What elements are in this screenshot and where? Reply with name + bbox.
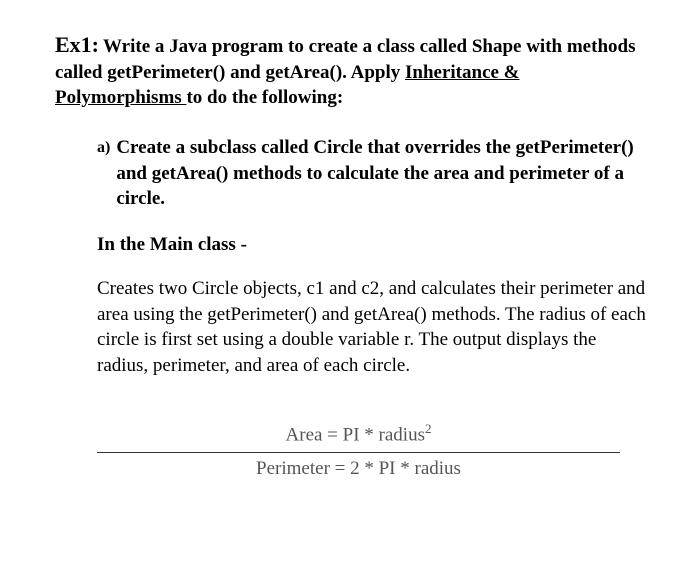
perimeter-formula: Perimeter = 2 * PI * radius — [97, 455, 620, 483]
main-class-description: Creates two Circle objects, c1 and c2, a… — [55, 276, 650, 379]
title-tail: to do the following: — [186, 87, 343, 108]
item-a-section: a) Create a subclass called Circle that … — [55, 135, 650, 212]
area-formula: Area = PI * radius2 — [97, 418, 620, 449]
exercise-label: Ex1: — [55, 32, 99, 57]
area-exponent: 2 — [425, 421, 432, 436]
title-main: Write a Java program to create a class c… — [55, 36, 635, 83]
formula-block: Area = PI * radius2 Perimeter = 2 * PI *… — [55, 418, 650, 482]
item-marker: a) — [97, 135, 110, 159]
exercise-title: Ex1: Write a Java program to create a cl… — [55, 30, 650, 111]
main-class-heading: In the Main class - — [55, 234, 650, 256]
list-item: a) Create a subclass called Circle that … — [97, 135, 650, 212]
area-formula-text: Area = PI * radius — [286, 425, 425, 446]
formula-divider — [97, 452, 620, 453]
item-text: Create a subclass called Circle that ove… — [116, 135, 650, 212]
